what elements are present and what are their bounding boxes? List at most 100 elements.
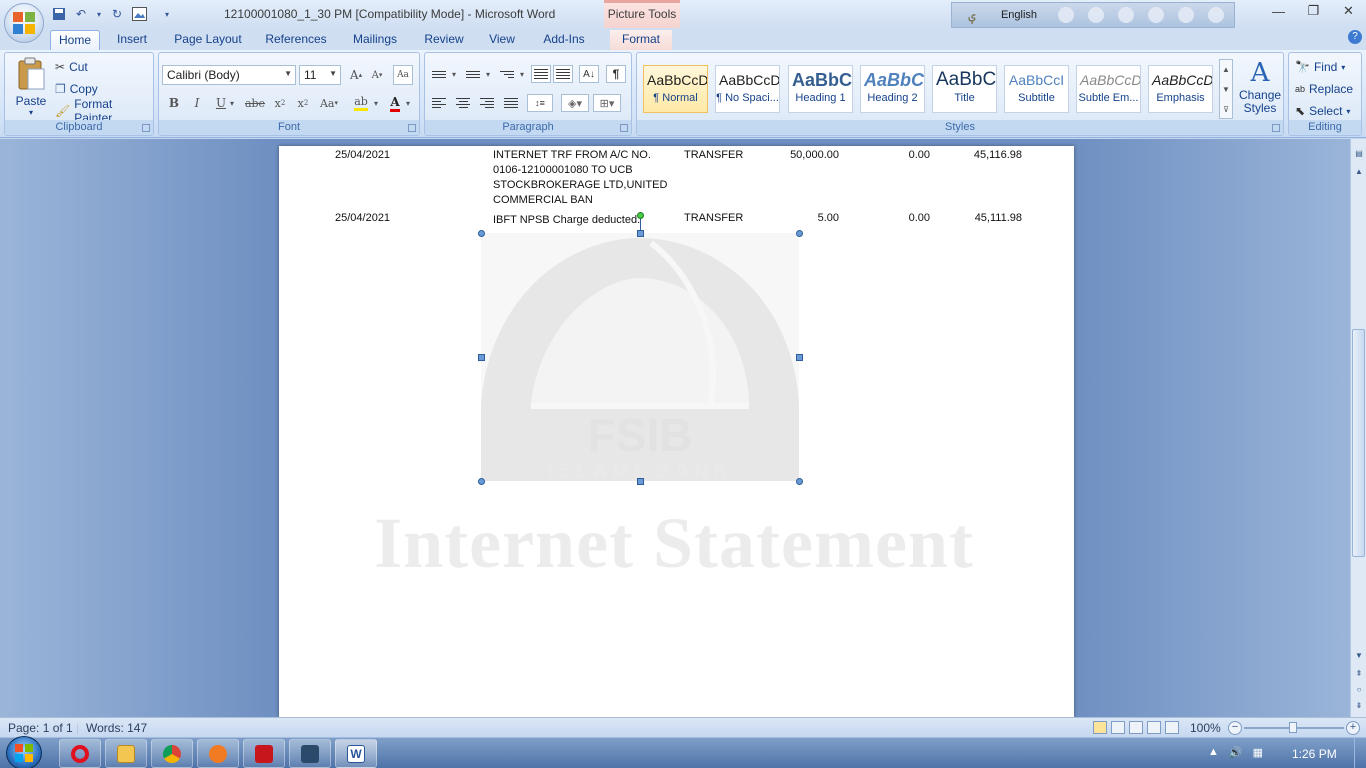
replace-button[interactable]: ab Replace — [1295, 79, 1353, 99]
ruler-toggle-icon[interactable]: ▤ — [1353, 149, 1365, 161]
redo-icon[interactable]: ↻ — [108, 5, 126, 23]
taskbar-chrome[interactable] — [151, 739, 193, 768]
zoom-level[interactable]: 100% — [1190, 721, 1221, 735]
help-icon[interactable]: ? — [1348, 30, 1362, 44]
resize-handle-se[interactable] — [796, 478, 803, 485]
shading-icon[interactable]: ◈▾ — [561, 94, 589, 112]
outline-view-icon[interactable] — [1147, 721, 1161, 734]
bullets-icon[interactable] — [429, 65, 449, 83]
align-right-icon[interactable] — [477, 94, 497, 112]
zoom-slider-thumb[interactable] — [1289, 722, 1297, 733]
info-icon[interactable] — [1208, 7, 1224, 23]
align-center-icon[interactable] — [453, 94, 473, 112]
superscript-icon[interactable]: x2 — [293, 93, 313, 113]
tab-view[interactable]: View — [484, 30, 520, 50]
resize-handle-ne[interactable] — [796, 230, 803, 237]
show-desktop-button[interactable] — [1354, 738, 1366, 768]
document-page[interactable]: Internet Statement 25/04/2021 INTERNET T… — [279, 146, 1074, 717]
italic-icon[interactable]: I — [187, 93, 207, 113]
print-layout-icon[interactable] — [1093, 721, 1107, 734]
minimize-icon[interactable]: — — [1261, 0, 1296, 22]
style-title[interactable]: AaBbC(Title — [932, 65, 997, 113]
tab-mailings[interactable]: Mailings — [346, 30, 404, 50]
font-family-select[interactable]: Calibri (Body) ▼ — [162, 65, 296, 85]
tab-references[interactable]: References — [260, 30, 332, 50]
style-no-spacing[interactable]: AaBbCcDc ¶ No Spaci... — [715, 65, 780, 113]
network-icon[interactable]: ▦ — [1253, 746, 1263, 759]
justify-icon[interactable] — [501, 94, 521, 112]
start-button[interactable] — [6, 736, 42, 768]
web-layout-icon[interactable] — [1129, 721, 1143, 734]
resize-handle-nw[interactable] — [478, 230, 485, 237]
close-icon[interactable]: ✕ — [1331, 0, 1366, 22]
underline-dropdown-icon[interactable]: ▾ — [227, 93, 237, 113]
undo-icon[interactable]: ↶ — [72, 5, 90, 23]
font-launcher-icon[interactable] — [408, 124, 416, 132]
bank-logo-image[interactable]: FSIB ISLAMI BANK — [481, 233, 799, 482]
align-left-icon[interactable] — [429, 94, 449, 112]
zoom-in-icon[interactable]: + — [1346, 721, 1360, 735]
taskbar-explorer[interactable] — [105, 739, 147, 768]
tab-format[interactable]: Format — [610, 30, 672, 50]
scroll-up-icon[interactable]: ▲ — [1353, 167, 1365, 179]
font-color-dropdown-icon[interactable]: ▾ — [403, 93, 413, 113]
tools-icon[interactable] — [1088, 7, 1104, 23]
zoom-out-icon[interactable]: − — [1228, 721, 1242, 735]
tab-review[interactable]: Review — [418, 30, 470, 50]
resize-handle-s[interactable] — [637, 478, 644, 485]
borders-icon[interactable]: ⊞▾ — [593, 94, 621, 112]
style-heading-2[interactable]: AaBbC(Heading 2 — [860, 65, 925, 113]
highlight-dropdown-icon[interactable]: ▾ — [371, 93, 381, 113]
resize-handle-sw[interactable] — [478, 478, 485, 485]
subscript-icon[interactable]: x2 — [270, 93, 290, 113]
clear-formatting-icon[interactable]: Aa — [393, 65, 413, 85]
tray-expand-icon[interactable]: ▲ — [1208, 746, 1219, 759]
bullets-dropdown-icon[interactable]: ▾ — [449, 65, 459, 83]
styles-scroll-icon[interactable]: ▲ ▼ ⊽ — [1219, 59, 1233, 119]
draft-view-icon[interactable] — [1165, 721, 1179, 734]
multilevel-list-icon[interactable] — [497, 65, 517, 83]
rotation-handle[interactable] — [637, 212, 644, 219]
scroll-down-icon[interactable]: ▼ — [1353, 651, 1365, 663]
style-normal[interactable]: AaBbCcDc ¶ Normal — [643, 65, 708, 113]
shrink-font-icon[interactable]: A ▾ — [367, 65, 387, 85]
font-color-icon[interactable]: A — [385, 93, 405, 113]
paste-button[interactable]: Paste ▾ — [9, 57, 53, 117]
copy-button[interactable]: ❐ Copy — [55, 79, 98, 99]
help-icon[interactable] — [1178, 7, 1194, 23]
ime-icon[interactable]: ؠ — [964, 7, 980, 23]
browser-icon[interactable] — [1148, 7, 1164, 23]
volume-icon[interactable]: 🔊 — [1229, 746, 1243, 759]
tab-add-ins[interactable]: Add-Ins — [536, 30, 592, 50]
change-case-icon[interactable]: Aa ▾ — [319, 93, 339, 113]
resize-handle-n[interactable] — [637, 230, 644, 237]
strikethrough-icon[interactable]: abe — [245, 93, 265, 113]
restore-icon[interactable]: ❐ — [1296, 0, 1331, 22]
sort-icon[interactable]: A↓ — [579, 65, 599, 83]
numbering-dropdown-icon[interactable]: ▾ — [483, 65, 493, 83]
taskbar-app2[interactable] — [289, 739, 331, 768]
tab-page-layout[interactable]: Page Layout — [170, 30, 246, 50]
undo-dropdown-icon[interactable]: ▾ — [94, 5, 104, 23]
resize-handle-w[interactable] — [478, 354, 485, 361]
multilevel-dropdown-icon[interactable]: ▾ — [517, 65, 527, 83]
highlight-icon[interactable]: ab — [351, 93, 371, 113]
tab-home[interactable]: Home — [50, 30, 100, 50]
next-page-icon[interactable]: ⇟ — [1353, 701, 1365, 713]
grow-font-icon[interactable]: A ▴ — [346, 65, 366, 85]
cut-button[interactable]: ✂ Cut — [55, 57, 88, 77]
decrease-indent-icon[interactable] — [531, 65, 551, 83]
style-subtitle[interactable]: AaBbCcI Subtitle — [1004, 65, 1069, 113]
taskbar-word[interactable]: W — [335, 739, 377, 768]
styles-launcher-icon[interactable] — [1272, 124, 1280, 132]
bold-icon[interactable]: B — [164, 93, 184, 113]
clipboard-launcher-icon[interactable] — [142, 124, 150, 132]
select-browse-object-icon[interactable]: ○ — [1353, 685, 1365, 697]
font-size-select[interactable]: 11 ▼ — [299, 65, 341, 85]
style-subtle-emphasis[interactable]: AaBbCcDc Subtle Em... — [1076, 65, 1141, 113]
numbering-icon[interactable] — [463, 65, 483, 83]
full-screen-reading-icon[interactable] — [1111, 721, 1125, 734]
vertical-scrollbar[interactable]: ▤ ▲ ▼ ⇞ ○ ⇟ — [1350, 139, 1366, 717]
tab-insert[interactable]: Insert — [110, 30, 154, 50]
taskbar-app[interactable] — [197, 739, 239, 768]
